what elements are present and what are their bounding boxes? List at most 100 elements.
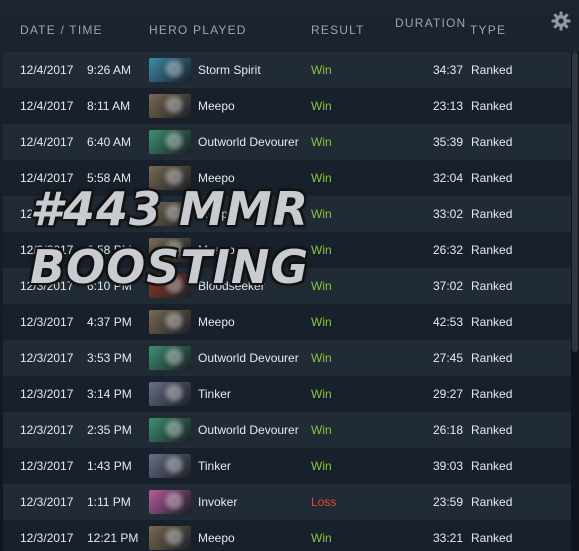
match-time: 6:40 AM (87, 135, 132, 149)
match-result: Win (311, 171, 332, 185)
match-row[interactable]: 12/3/2017 4:37 PM Meepo Win 42:53 Ranked (3, 304, 571, 340)
match-result: Win (311, 531, 332, 545)
match-duration: 26:32 (432, 243, 463, 257)
match-result: Win (311, 423, 332, 437)
match-result: Win (311, 459, 332, 473)
hero-name: Meepo (198, 531, 235, 545)
hero-portrait-icon (149, 418, 191, 442)
match-date: 12/3/2017 (20, 351, 74, 365)
hero-name: Tinker (198, 459, 231, 473)
match-result: Win (311, 279, 332, 293)
match-result: Win (311, 315, 332, 329)
match-row[interactable]: 12/3/2017 3:53 PM Outworld Devourer Win 27:4… (3, 340, 571, 376)
match-duration: 39:03 (432, 459, 463, 473)
match-row[interactable]: 12/3/2017 1:43 PM Tinker Win 39:03 Ranked (3, 448, 571, 484)
match-row[interactable]: 12/3/2017 1:11 PM Invoker Loss 23:59 Ranked (3, 484, 571, 520)
match-duration: 33:21 (432, 531, 463, 545)
match-row[interactable]: 12/3/2017 6:10 PM Bloodseeker Win 37:02 Ranke… (3, 268, 571, 304)
match-date: 12/4/2017 (20, 171, 74, 185)
match-time: 12:21 PM (87, 531, 139, 545)
match-result: Win (311, 351, 332, 365)
match-date: 12/3/2017 (20, 279, 74, 293)
hero-name: Outworld Devourer (198, 135, 299, 149)
match-date: 12/4/2017 (20, 63, 74, 77)
match-date: 12/3/2017 (20, 387, 74, 401)
match-duration: 27:45 (432, 351, 463, 365)
hero-portrait-icon (149, 238, 191, 262)
match-time: 9:26 AM (87, 63, 132, 77)
match-row[interactable]: 12/3/2017 3:14 PM Tinker Win 29:27 Ranked (3, 376, 571, 412)
hero-name: Storm Spirit (198, 63, 261, 77)
match-result: Win (311, 207, 332, 221)
match-time: 1:43 PM (87, 459, 132, 473)
match-result: Win (311, 99, 332, 113)
match-type: Ranked (471, 243, 513, 257)
column-header-date-time[interactable]: DATE / TIME (20, 23, 103, 37)
match-row[interactable]: 12/3/2017 6:58 PM Meepo Win 26:32 Ranked (3, 232, 571, 268)
match-type: Ranked (471, 135, 513, 149)
match-type: Ranked (471, 63, 513, 77)
column-header-hero-played[interactable]: HERO PLAYED (149, 23, 247, 37)
match-result: Win (311, 63, 332, 77)
column-header-type[interactable]: TYPE (470, 23, 506, 37)
match-duration: 32:04 (432, 171, 463, 185)
match-result: Win (311, 135, 332, 149)
match-type: Ranked (471, 531, 513, 545)
match-type: Ranked (471, 495, 513, 509)
column-header-result[interactable]: RESULT (311, 23, 365, 37)
scrollbar-thumb[interactable] (572, 52, 578, 352)
gear-icon[interactable] (551, 11, 571, 31)
match-duration: 29:27 (432, 387, 463, 401)
hero-portrait-icon (149, 166, 191, 190)
match-type: Ranked (471, 351, 513, 365)
match-date: 12/3/2017 (20, 315, 74, 329)
match-date: 12/4/2017 (20, 135, 74, 149)
match-duration: 33:02 (432, 207, 463, 221)
match-row[interactable]: 12/3/2017 Meepo Win 33:02 Ranked (3, 196, 571, 232)
match-type: Ranked (471, 315, 513, 329)
hero-name: Meepo (198, 207, 235, 221)
match-type: Ranked (471, 387, 513, 401)
match-date: 12/4/2017 (20, 99, 74, 113)
match-time: 4:37 PM (87, 315, 132, 329)
match-type: Ranked (471, 99, 513, 113)
match-row[interactable]: 12/4/2017 6:40 AM Outworld Devourer Win 35:3… (3, 124, 571, 160)
hero-name: Invoker (198, 495, 238, 509)
match-time: 3:14 PM (87, 387, 132, 401)
match-list: 12/4/2017 9:26 AM Storm Spirit Win 34:37 Rank… (3, 52, 571, 551)
hero-name: Bloodseeker (198, 279, 265, 293)
match-result: Win (311, 387, 332, 401)
match-time: 2:35 PM (87, 423, 132, 437)
hero-name: Tinker (198, 387, 231, 401)
match-row[interactable]: 12/4/2017 9:26 AM Storm Spirit Win 34:37 Rank… (3, 52, 571, 88)
match-history-panel: DATE / TIME HERO PLAYED RESULT DURATION … (0, 0, 579, 551)
hero-name: Meepo (198, 243, 235, 257)
hero-portrait-icon (149, 490, 191, 514)
match-duration: 23:59 (432, 495, 463, 509)
table-header: DATE / TIME HERO PLAYED RESULT DURATION … (0, 0, 579, 52)
match-duration: 23:13 (432, 99, 463, 113)
match-date: 12/3/2017 (20, 495, 74, 509)
hero-name: Outworld Devourer (198, 351, 299, 365)
match-time: 8:11 AM (87, 99, 131, 113)
match-row[interactable]: 12/3/2017 12:21 PM Meepo Win 33:21 Ranked (3, 520, 571, 551)
hero-name: Meepo (198, 99, 235, 113)
hero-name: Meepo (198, 171, 235, 185)
match-time: 6:10 PM (87, 279, 132, 293)
hero-portrait-icon (149, 58, 191, 82)
hero-portrait-icon (149, 310, 191, 334)
hero-portrait-icon (149, 94, 191, 118)
scrollbar[interactable] (571, 52, 579, 551)
hero-name: Outworld Devourer (198, 423, 299, 437)
hero-portrait-icon (149, 454, 191, 478)
match-row[interactable]: 12/3/2017 2:35 PM Outworld Devourer Win 26:1… (3, 412, 571, 448)
match-date: 12/3/2017 (20, 207, 74, 221)
match-row[interactable]: 12/4/2017 5:58 AM Meepo Win 32:04 Ranked (3, 160, 571, 196)
hero-name: Meepo (198, 315, 235, 329)
match-date: 12/3/2017 (20, 423, 74, 437)
match-time: 6:58 PM (87, 243, 132, 257)
match-row[interactable]: 12/4/2017 8:11 AM Meepo Win 23:13 Ranked (3, 88, 571, 124)
match-duration: 35:39 (432, 135, 463, 149)
match-type: Ranked (471, 207, 513, 221)
column-header-duration[interactable]: DURATION (395, 16, 466, 30)
